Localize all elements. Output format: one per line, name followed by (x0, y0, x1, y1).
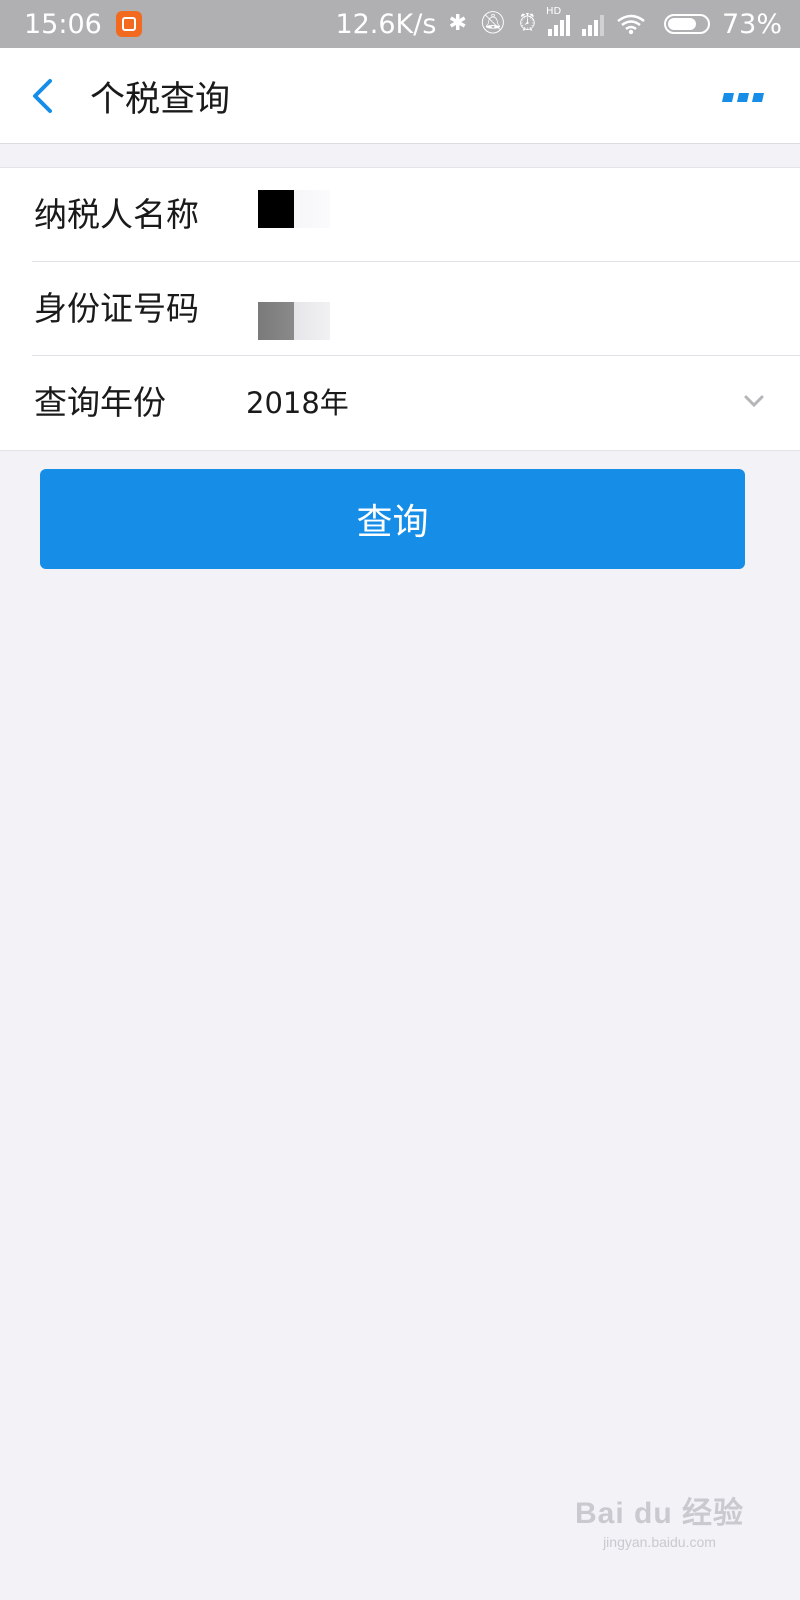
page-title: 个税查询 (90, 80, 231, 120)
id-number-label: 身份证号码 (34, 289, 199, 328)
bluetooth-icon: ✱ (448, 11, 467, 36)
year-row[interactable]: 查询年份 2018年 (0, 356, 800, 450)
id-number-row[interactable]: 身份证号码 (0, 262, 800, 356)
watermark-brand: Bai du 经验 (574, 1497, 744, 1530)
query-button[interactable]: 查询 (40, 469, 745, 569)
status-bar: 15:06 12.6K/s ✱ 🔕︎ ⏰︎ HD 73% (0, 0, 800, 48)
alarm-icon: ⏰︎ (518, 11, 536, 36)
baidu-jingyan-watermark: Bai du 经验 jingyan.baidu.com (575, 1488, 744, 1550)
redacted-name-mask (258, 190, 330, 228)
battery-percent: 73% (721, 8, 782, 40)
signal-icon: HD (546, 6, 570, 36)
signal-icon-2 (581, 12, 604, 36)
mute-icon: 🔕︎ (478, 11, 507, 36)
battery-icon (663, 14, 710, 34)
taxpayer-name-label: 纳税人名称 (34, 195, 199, 234)
status-time: 15:06 (24, 8, 102, 40)
status-left: 15:06 (24, 9, 142, 40)
wifi-icon (617, 14, 645, 35)
watermark-url: jingyan.baidu.com (603, 1534, 716, 1550)
app-notification-icon (115, 11, 142, 37)
year-label: 查询年份 (34, 383, 166, 422)
battery-level (667, 18, 696, 30)
year-select-value[interactable]: 2018年 (246, 356, 349, 450)
id-number-field[interactable] (258, 284, 598, 340)
taxpayer-name-row[interactable]: 纳税人名称 (0, 168, 800, 262)
hd-label: HD (545, 6, 562, 17)
taxpayer-name-field[interactable] (258, 190, 598, 240)
redacted-id-mask (258, 302, 330, 340)
back-arrow-icon[interactable] (30, 78, 54, 114)
more-icon[interactable] (720, 90, 764, 104)
navigation-bar: 个税查询 (0, 48, 800, 144)
status-right: 12.6K/s ✱ 🔕︎ ⏰︎ HD 73% (335, 6, 782, 40)
query-form: 纳税人名称 身份证号码 查询年份 2018年 (0, 167, 800, 451)
network-speed: 12.6K/s (335, 8, 437, 40)
chevron-down-icon[interactable] (744, 394, 764, 408)
